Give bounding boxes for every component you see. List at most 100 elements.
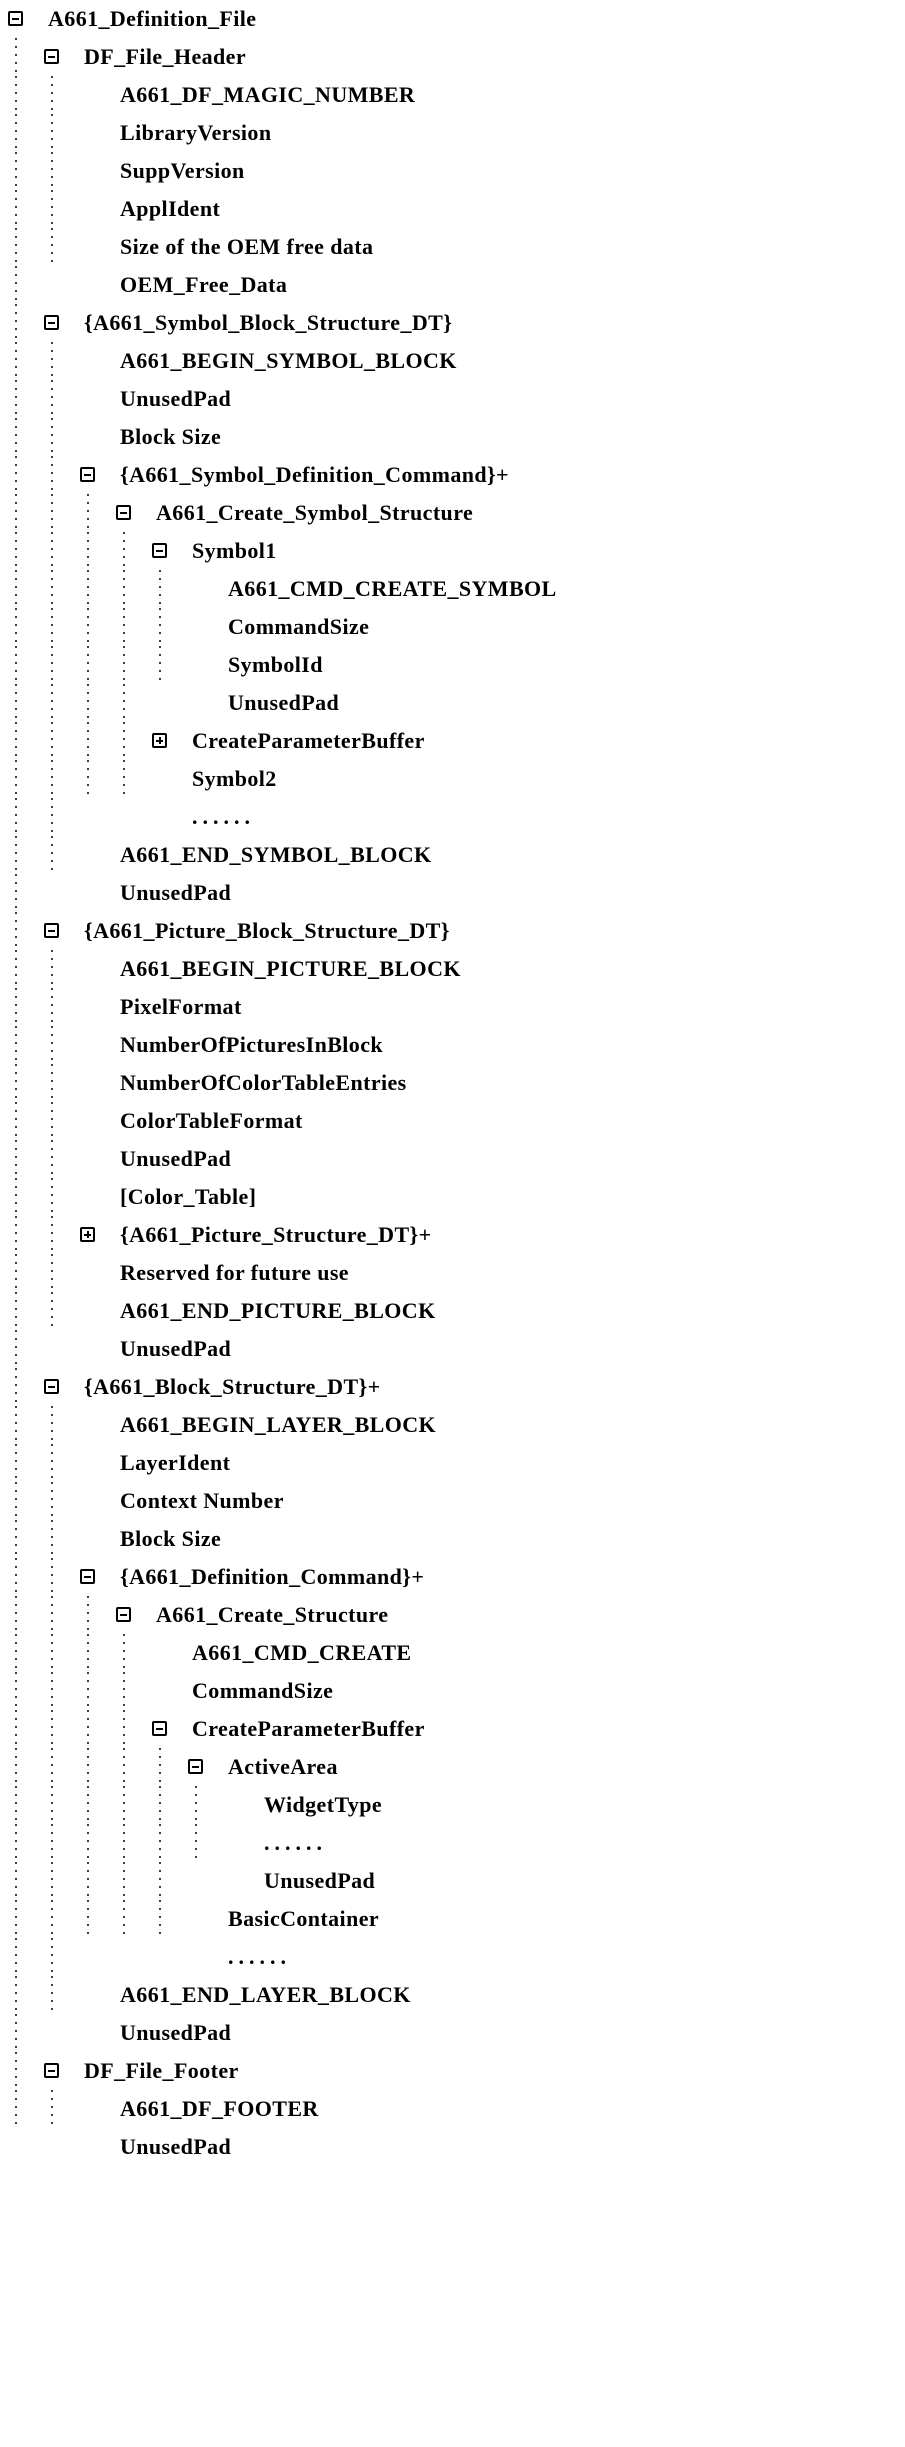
minus-box-icon[interactable] [8,11,23,26]
tree-row[interactable]: DF_File_Header [0,38,905,76]
minus-box-icon[interactable] [116,1607,131,1622]
tree-row[interactable]: DF_File_Footer [0,2052,905,2090]
tree-row[interactable]: UnusedPad [0,684,905,722]
tree-guide-line [15,1102,17,1140]
tree-row[interactable]: SymbolId [0,646,905,684]
minus-box-icon[interactable] [116,505,131,520]
tree-guide-line [51,1634,53,1672]
tree-node-label: CreateParameterBuffer [192,728,425,753]
tree-row[interactable]: ActiveArea [0,1748,905,1786]
tree-guide-line [87,1748,89,1786]
tree-row[interactable]: Symbol2 [0,760,905,798]
minus-box-icon[interactable] [80,467,95,482]
tree-guide-line [15,532,17,570]
tree-guide-line [15,1216,17,1254]
tree-row[interactable]: A661_Create_Symbol_Structure [0,494,905,532]
tree-row[interactable]: UnusedPad [0,2014,905,2052]
tree-row[interactable]: PixelFormat [0,988,905,1026]
tree-row[interactable]: A661_Definition_File [0,0,905,38]
tree-row[interactable]: CreateParameterBuffer [0,722,905,760]
tree-row[interactable]: Block Size [0,418,905,456]
tree-guide-line [15,760,17,798]
tree-row[interactable]: {A661_Definition_Command}+ [0,1558,905,1596]
minus-box-icon[interactable] [152,1721,167,1736]
tree-guide-line [15,1710,17,1748]
tree-row[interactable]: WidgetType [0,1786,905,1824]
tree-guide-line [15,646,17,684]
tree-guide-line [51,570,53,608]
tree-row[interactable]: NumberOfColorTableEntries [0,1064,905,1102]
tree-row[interactable]: [Color_Table] [0,1178,905,1216]
tree-row[interactable]: {A661_Picture_Block_Structure_DT} [0,912,905,950]
tree-row[interactable]: ApplIdent [0,190,905,228]
tree-row[interactable]: A661_CMD_CREATE [0,1634,905,1672]
tree-row[interactable]: CommandSize [0,1672,905,1710]
tree-row[interactable]: A661_DF_FOOTER [0,2090,905,2128]
tree-row[interactable]: A661_Create_Structure [0,1596,905,1634]
tree-row[interactable]: Size of the OEM free data [0,228,905,266]
tree-row[interactable]: OEM_Free_Data [0,266,905,304]
tree-guide-line [51,190,53,228]
tree-row[interactable]: ...... [0,798,905,836]
tree-guide-line [123,1710,125,1748]
tree-row[interactable]: CreateParameterBuffer [0,1710,905,1748]
tree-row[interactable]: UnusedPad [0,874,905,912]
tree-row[interactable]: LibraryVersion [0,114,905,152]
tree-guide-line [159,646,161,684]
tree-view[interactable]: A661_Definition_File DF_File_Header A661_D… [0,0,905,2166]
tree-node-label: Symbol2 [192,766,277,791]
minus-box-icon[interactable] [188,1759,203,1774]
tree-row[interactable]: NumberOfPicturesInBlock [0,1026,905,1064]
tree-row[interactable]: A661_BEGIN_SYMBOL_BLOCK [0,342,905,380]
tree-row[interactable]: ...... [0,1938,905,1976]
tree-row[interactable]: A661_CMD_CREATE_SYMBOL [0,570,905,608]
tree-guide-line [15,228,17,266]
tree-row[interactable]: A661_END_SYMBOL_BLOCK [0,836,905,874]
tree-row[interactable]: {A661_Symbol_Definition_Command}+ [0,456,905,494]
minus-box-icon[interactable] [152,543,167,558]
tree-row[interactable]: A661_BEGIN_LAYER_BLOCK [0,1406,905,1444]
tree-guide-line [87,722,89,760]
minus-box-icon[interactable] [44,2063,59,2078]
tree-guide-line [51,1596,53,1634]
tree-row[interactable]: A661_BEGIN_PICTURE_BLOCK [0,950,905,988]
minus-box-icon[interactable] [44,923,59,938]
tree-guide-line [51,1824,53,1862]
tree-row[interactable]: A661_END_LAYER_BLOCK [0,1976,905,2014]
minus-box-icon[interactable] [44,49,59,64]
tree-guide-line [15,1482,17,1520]
tree-row[interactable]: A661_DF_MAGIC_NUMBER [0,76,905,114]
tree-row[interactable]: {A661_Picture_Structure_DT}+ [0,1216,905,1254]
tree-row[interactable]: ColorTableFormat [0,1102,905,1140]
tree-node-label: Size of the OEM free data [120,234,374,259]
minus-box-icon[interactable] [44,315,59,330]
tree-row[interactable]: Symbol1 [0,532,905,570]
plus-box-icon[interactable] [152,733,167,748]
tree-row[interactable]: Block Size [0,1520,905,1558]
tree-row[interactable]: A661_END_PICTURE_BLOCK [0,1292,905,1330]
tree-row[interactable]: ...... [0,1824,905,1862]
plus-box-icon[interactable] [80,1227,95,1242]
tree-row[interactable]: SuppVersion [0,152,905,190]
tree-row[interactable]: UnusedPad [0,1140,905,1178]
tree-row[interactable]: Reserved for future use [0,1254,905,1292]
tree-guide-line [123,1862,125,1900]
tree-row[interactable]: Context Number [0,1482,905,1520]
tree-row[interactable]: UnusedPad [0,2128,905,2166]
tree-guide-line [51,1216,53,1254]
tree-row[interactable]: CommandSize [0,608,905,646]
minus-box-icon[interactable] [80,1569,95,1584]
tree-row[interactable]: {A661_Symbol_Block_Structure_DT} [0,304,905,342]
tree-row[interactable]: UnusedPad [0,1862,905,1900]
tree-row[interactable]: UnusedPad [0,380,905,418]
tree-node-label: {A661_Symbol_Definition_Command}+ [120,462,509,487]
tree-row[interactable]: LayerIdent [0,1444,905,1482]
tree-node-label: {A661_Picture_Structure_DT}+ [120,1222,432,1247]
tree-guide-line [87,760,89,798]
tree-row[interactable]: UnusedPad [0,1330,905,1368]
tree-row[interactable]: {A661_Block_Structure_DT}+ [0,1368,905,1406]
minus-box-icon[interactable] [44,1379,59,1394]
tree-row[interactable]: BasicContainer [0,1900,905,1938]
tree-guide-line [51,342,53,380]
tree-guide-line [51,114,53,152]
